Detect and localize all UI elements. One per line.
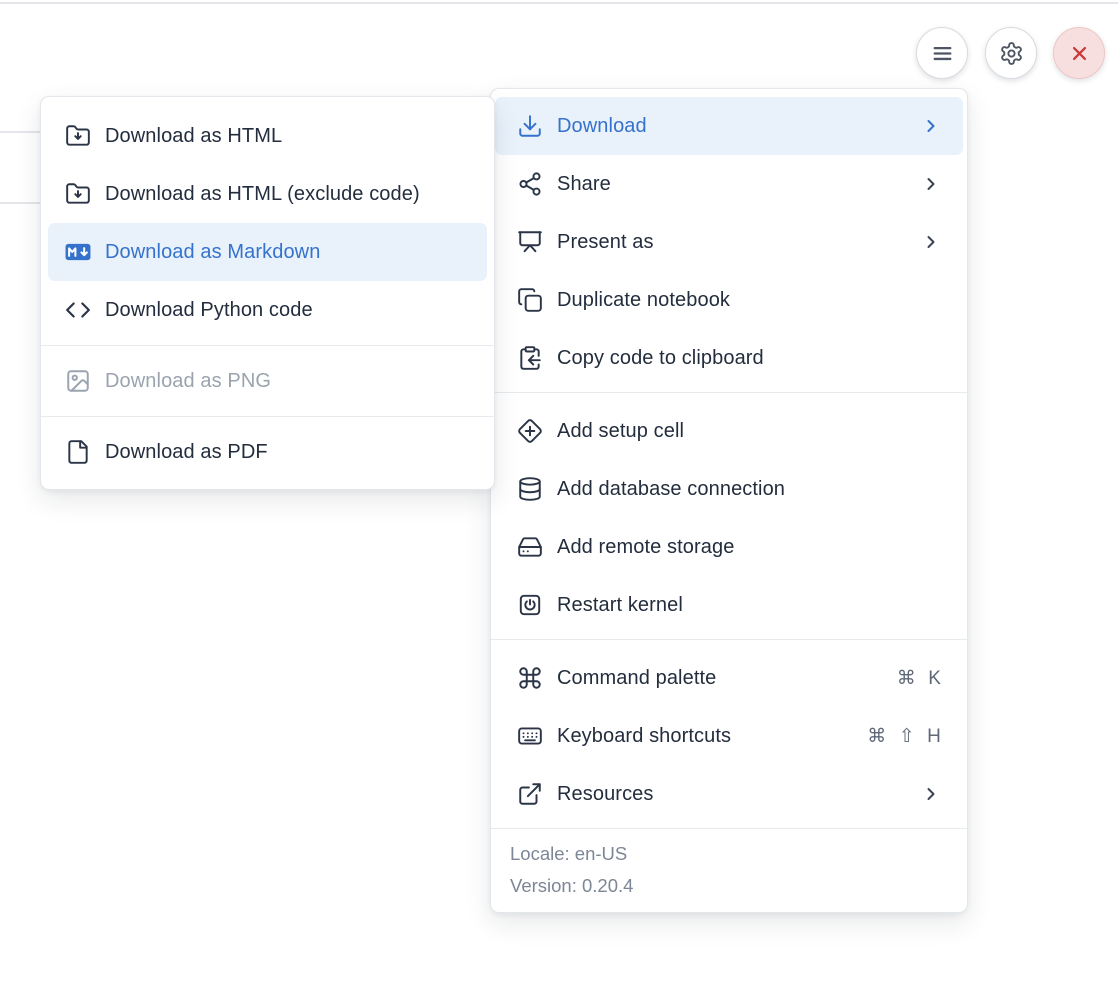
menu-item-label: Command palette bbox=[557, 667, 897, 690]
notebook-menu-button[interactable] bbox=[916, 27, 968, 79]
folder-down-icon bbox=[65, 123, 91, 149]
menu-item-label: Keyboard shortcuts bbox=[557, 725, 867, 748]
menu-item-keyboard-shortcuts[interactable]: Keyboard shortcuts⌘ ⇧ H bbox=[495, 707, 963, 765]
folder-down-icon bbox=[65, 181, 91, 207]
shortcut-hint: ⌘ ⇧ H bbox=[867, 725, 941, 748]
background-cell-divider bbox=[0, 131, 41, 133]
menu-item-label: Present as bbox=[557, 231, 921, 254]
menu-item-duplicate-notebook[interactable]: Duplicate notebook bbox=[495, 271, 963, 329]
clipboard-copy-icon bbox=[517, 345, 543, 371]
menu-item-restart-kernel[interactable]: Restart kernel bbox=[495, 576, 963, 634]
menu-item-label: Restart kernel bbox=[557, 594, 941, 617]
markdown-download-icon bbox=[65, 239, 91, 265]
notebook-actions-menu: Download Share Present as Duplicate noteboo… bbox=[490, 88, 968, 913]
menu-item-download-python-code[interactable]: Download Python code bbox=[48, 281, 487, 339]
hard-drive-icon bbox=[517, 534, 543, 560]
menu-item-label: Download Python code bbox=[105, 299, 473, 322]
menu-item-label: Download bbox=[557, 115, 921, 138]
share-icon bbox=[517, 171, 543, 197]
file-icon bbox=[65, 439, 91, 465]
menu-item-command-palette[interactable]: Command palette⌘ K bbox=[495, 649, 963, 707]
menu-item-copy-code-to-clipboard[interactable]: Copy code to clipboard bbox=[495, 329, 963, 387]
database-icon bbox=[517, 476, 543, 502]
menu-item-right-slot bbox=[921, 171, 941, 197]
menu-separator bbox=[41, 345, 494, 346]
menu-item-label: Download as PDF bbox=[105, 441, 473, 464]
menu-item-right-slot: ⌘ K bbox=[897, 667, 941, 690]
menu-item-add-remote-storage[interactable]: Add remote storage bbox=[495, 518, 963, 576]
menu-item-download-as-pdf[interactable]: Download as PDF bbox=[48, 423, 487, 481]
shutdown-button[interactable] bbox=[1053, 27, 1105, 79]
menu-item-download-as-html-exclude-code[interactable]: Download as HTML (exclude code) bbox=[48, 165, 487, 223]
chevron-right-icon bbox=[921, 113, 941, 139]
background-cell-divider bbox=[0, 202, 41, 204]
version-info: Version: 0.20.4 bbox=[510, 870, 967, 902]
external-link-icon bbox=[517, 781, 543, 807]
menu-separator bbox=[491, 392, 967, 393]
settings-button[interactable] bbox=[985, 27, 1037, 79]
diamond-plus-icon bbox=[517, 418, 543, 444]
menu-item-add-setup-cell[interactable]: Add setup cell bbox=[495, 402, 963, 460]
menu-item-label: Add database connection bbox=[557, 478, 941, 501]
keyboard-icon bbox=[517, 723, 543, 749]
menu-item-label: Download as HTML bbox=[105, 125, 473, 148]
close-icon bbox=[1067, 41, 1092, 66]
chevron-right-icon bbox=[921, 229, 941, 255]
menu-footer: Locale: en-US Version: 0.20.4 bbox=[491, 828, 967, 912]
menu-item-label: Copy code to clipboard bbox=[557, 347, 941, 370]
shortcut-hint: ⌘ K bbox=[897, 667, 941, 690]
menu-item-label: Add setup cell bbox=[557, 420, 941, 443]
menu-item-right-slot: ⌘ ⇧ H bbox=[867, 725, 941, 748]
menu-item-label: Resources bbox=[557, 783, 921, 806]
menu-item-right-slot bbox=[921, 113, 941, 139]
menu-item-label: Download as HTML (exclude code) bbox=[105, 183, 473, 206]
presentation-icon bbox=[517, 229, 543, 255]
code-icon bbox=[65, 297, 91, 323]
menu-item-download-as-markdown[interactable]: Download as Markdown bbox=[48, 223, 487, 281]
menu-item-label: Add remote storage bbox=[557, 536, 941, 559]
menu-item-add-database-connection[interactable]: Add database connection bbox=[495, 460, 963, 518]
gear-icon bbox=[999, 41, 1024, 66]
chevron-right-icon bbox=[921, 171, 941, 197]
download-submenu: Download as HTML Download as HTML (exclud… bbox=[40, 96, 495, 490]
menu-item-download-as-html[interactable]: Download as HTML bbox=[48, 107, 487, 165]
menu-item-label: Download as Markdown bbox=[105, 241, 473, 264]
menu-separator bbox=[491, 639, 967, 640]
menu-item-resources[interactable]: Resources bbox=[495, 765, 963, 823]
chevron-right-icon bbox=[921, 781, 941, 807]
menu-item-download[interactable]: Download bbox=[495, 97, 963, 155]
menu-item-label: Duplicate notebook bbox=[557, 289, 941, 312]
menu-item-present-as[interactable]: Present as bbox=[495, 213, 963, 271]
power-square-icon bbox=[517, 592, 543, 618]
menu-item-download-as-png: Download as PNG bbox=[48, 352, 487, 410]
copy-icon bbox=[517, 287, 543, 313]
locale-info: Locale: en-US bbox=[510, 838, 967, 870]
menu-item-label: Download as PNG bbox=[105, 370, 473, 393]
background-top-divider bbox=[0, 2, 1118, 4]
command-icon bbox=[517, 665, 543, 691]
menu-separator bbox=[41, 416, 494, 417]
menu-item-right-slot bbox=[921, 229, 941, 255]
menu-item-share[interactable]: Share bbox=[495, 155, 963, 213]
download-icon bbox=[517, 113, 543, 139]
hamburger-menu-icon bbox=[930, 41, 955, 66]
menu-item-right-slot bbox=[921, 781, 941, 807]
image-icon bbox=[65, 368, 91, 394]
menu-item-label: Share bbox=[557, 173, 921, 196]
